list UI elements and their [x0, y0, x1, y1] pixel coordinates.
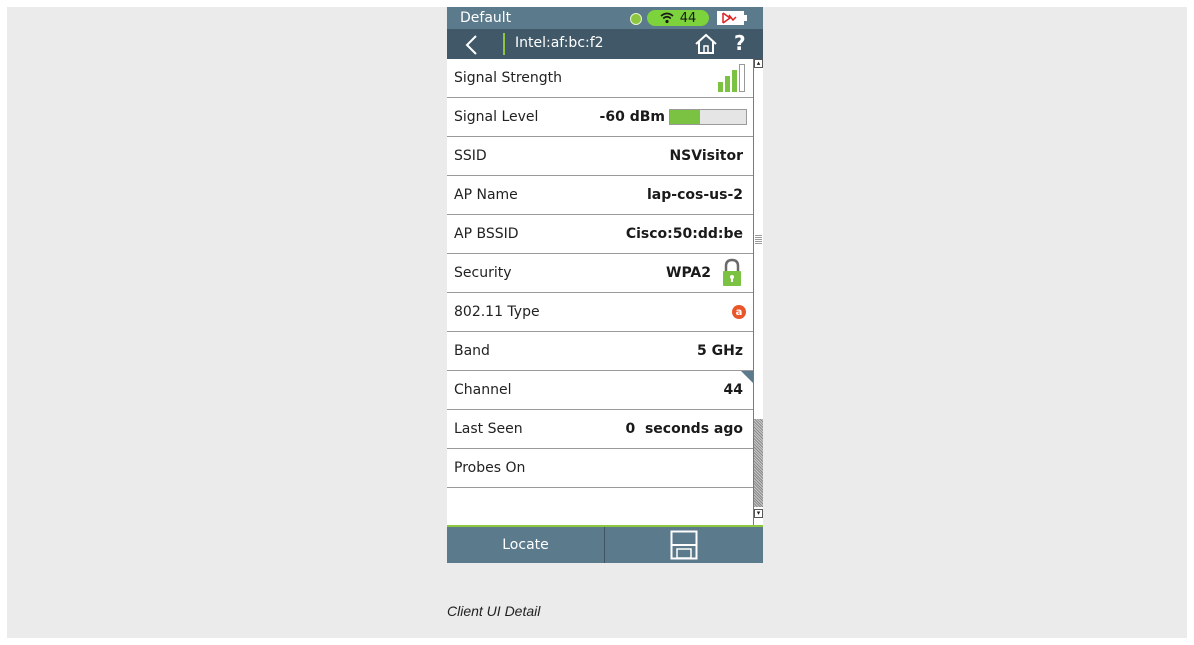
row-last-seen[interactable]: Last Seen 0 seconds ago	[447, 410, 753, 449]
80211a-badge-icon: a	[732, 305, 746, 319]
row-security[interactable]: Security WPA2	[447, 254, 753, 293]
back-chevron-icon[interactable]	[465, 34, 479, 56]
floppy-save-icon	[670, 530, 698, 560]
scroll-grip	[755, 234, 762, 244]
row-label: AP BSSID	[454, 226, 519, 242]
row-ssid[interactable]: SSID NSVisitor	[447, 137, 753, 176]
channel-value: 44	[723, 382, 743, 398]
signal-bars-icon	[718, 64, 745, 92]
profile-name: Default	[460, 10, 512, 26]
row-probes-on[interactable]: Probes On	[447, 449, 753, 488]
row-label: Signal Strength	[454, 70, 563, 86]
client-detail-list[interactable]: Signal Strength Signal Level -60 dBm SSI…	[447, 59, 753, 531]
lock-icon	[723, 258, 741, 286]
wifi-icon	[660, 12, 674, 24]
last-seen-value: 0 seconds ago	[625, 421, 743, 437]
row-label: 802.11 Type	[454, 304, 540, 320]
signal-level-fill	[670, 110, 701, 124]
scrollbar[interactable]: ▴ ▾	[753, 59, 763, 531]
home-icon[interactable]	[694, 33, 718, 55]
row-signal-level[interactable]: Signal Level -60 dBm	[447, 98, 753, 137]
figure-caption: Client UI Detail	[447, 603, 541, 619]
locate-button[interactable]: Locate	[447, 527, 605, 563]
page-background: Default 44 Intel:af:bc:f2 ? Signal Stren…	[7, 7, 1187, 638]
save-button[interactable]	[605, 527, 763, 563]
status-indicator-icon	[630, 13, 642, 25]
ssid-value: NSVisitor	[669, 148, 743, 164]
wifi-channel: 44	[679, 10, 697, 26]
row-label: AP Name	[454, 187, 518, 203]
row-ap-name[interactable]: AP Name lap-cos-us-2	[447, 176, 753, 215]
row-label: Security	[454, 265, 512, 281]
nav-bar: Intel:af:bc:f2 ?	[447, 29, 763, 59]
device-title: Intel:af:bc:f2	[515, 35, 604, 51]
device-screen: Default 44 Intel:af:bc:f2 ? Signal Stren…	[447, 7, 763, 563]
wifi-status-badge[interactable]: 44	[647, 10, 709, 26]
signal-level-value: -60 dBm	[599, 109, 665, 125]
help-icon[interactable]: ?	[734, 31, 746, 55]
ap-bssid-value: Cisco:50:dd:be	[625, 226, 743, 242]
row-label: Band	[454, 343, 490, 359]
ap-name-value: lap-cos-us-2	[647, 187, 743, 203]
row-label: Probes On	[454, 460, 526, 476]
battery-icon	[717, 11, 747, 25]
row-band[interactable]: Band 5 GHz	[447, 332, 753, 371]
expand-corner-icon[interactable]	[741, 371, 753, 383]
row-ap-bssid[interactable]: AP BSSID Cisco:50:dd:be	[447, 215, 753, 254]
row-label: SSID	[454, 148, 487, 164]
row-label: Channel	[454, 382, 512, 398]
security-value: WPA2	[666, 265, 711, 281]
nav-divider	[503, 33, 505, 55]
row-80211-type[interactable]: 802.11 Type a	[447, 293, 753, 332]
row-signal-strength[interactable]: Signal Strength	[447, 59, 753, 98]
row-label: Last Seen	[454, 421, 523, 437]
signal-level-bar	[669, 109, 747, 125]
scroll-down-arrow-icon[interactable]: ▾	[754, 509, 763, 518]
band-value: 5 GHz	[697, 343, 743, 359]
scroll-up-arrow-icon[interactable]: ▴	[754, 59, 763, 68]
scroll-thumb[interactable]	[754, 419, 763, 507]
row-label: Signal Level	[454, 109, 539, 125]
bottom-bar: Locate	[447, 527, 763, 563]
row-channel[interactable]: Channel 44	[447, 371, 753, 410]
status-bar: Default 44	[447, 7, 763, 29]
